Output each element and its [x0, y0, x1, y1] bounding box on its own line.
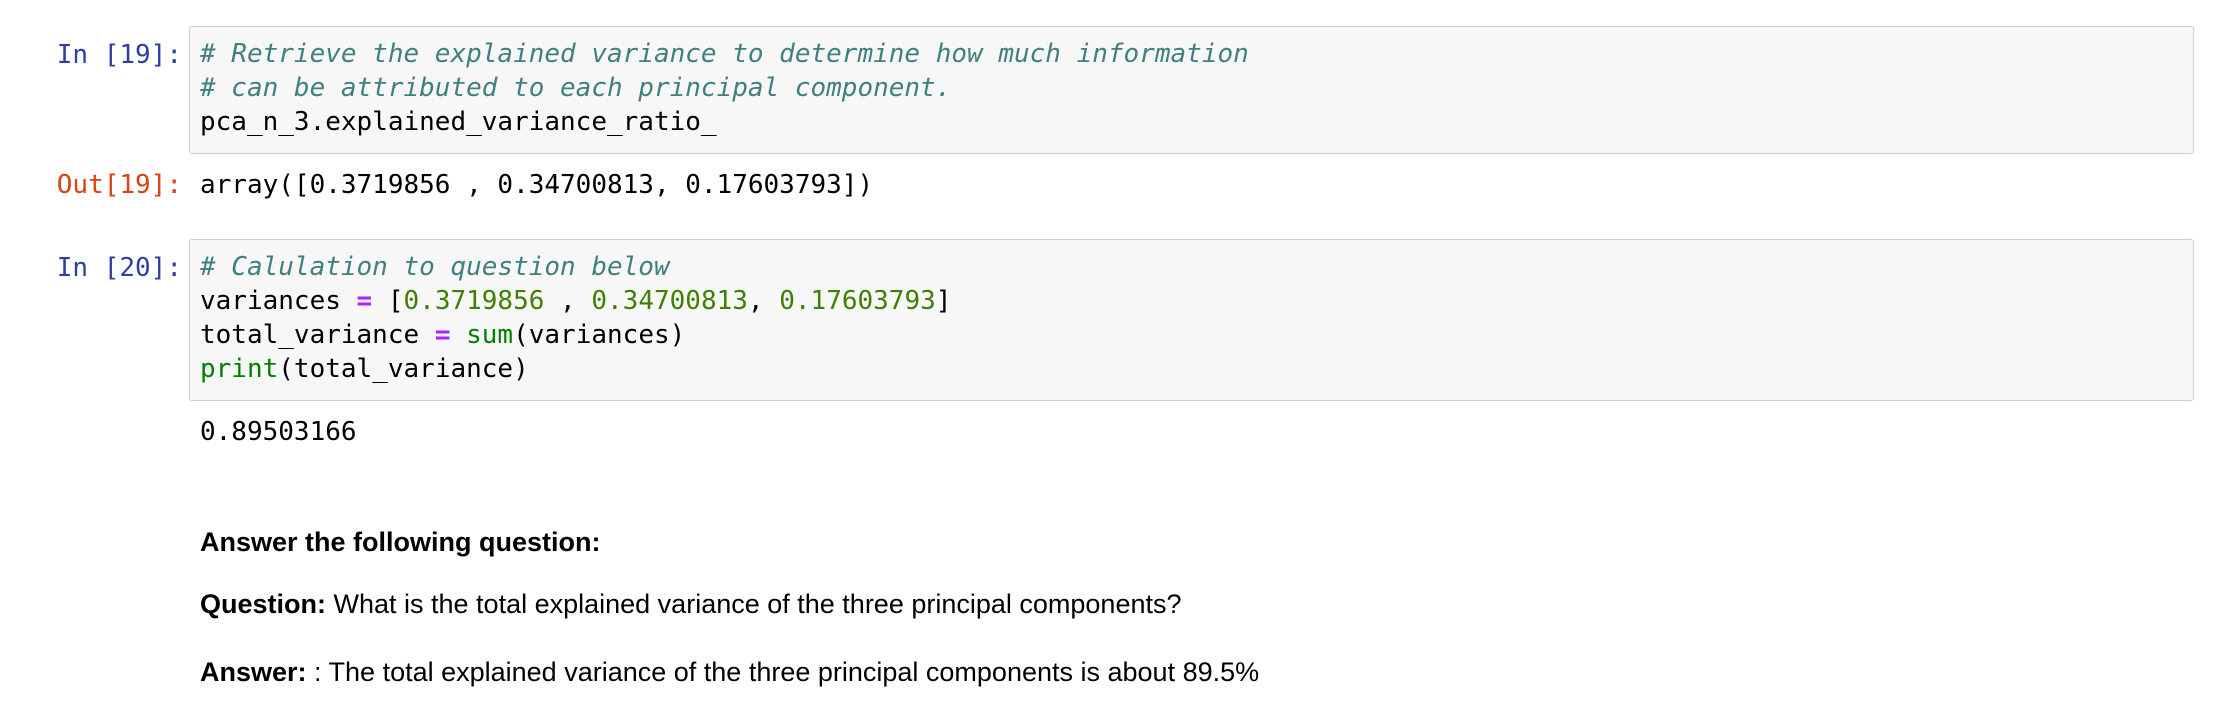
- code-operator: =: [434, 320, 451, 350]
- code-line: # Retrieve the explained variance to det…: [200, 37, 2183, 71]
- code-comment: # Calulation to question below: [200, 252, 670, 282]
- code-comment: # can be attributed to each principal co…: [200, 73, 952, 103]
- input-prompt: In [19]:: [56, 40, 182, 70]
- code-line: pca_n_3.explained_variance_ratio_: [200, 105, 2183, 139]
- answer-text: : The total explained variance of the th…: [306, 657, 1260, 687]
- stdout-text: 0.89503166: [200, 417, 357, 447]
- code-separator: ,: [544, 286, 592, 316]
- markdown-answer: Answer: : The total explained variance o…: [200, 655, 1259, 689]
- code-text: pca_n_3.explained_variance_ratio_: [200, 107, 717, 137]
- code-line: total_variance = sum(variances): [200, 318, 2183, 352]
- code-variable: variances: [200, 286, 341, 316]
- answer-label: Answer:: [200, 657, 307, 687]
- code-text: (total_variance): [278, 354, 529, 384]
- code-bracket: ]: [935, 286, 952, 316]
- code-number: 0.17603793: [779, 286, 936, 316]
- code-line: print(total_variance): [200, 352, 2183, 386]
- code-separator: ,: [747, 286, 780, 316]
- code-line: # Calulation to question below: [200, 250, 2183, 284]
- code-operator: =: [356, 286, 373, 316]
- markdown-heading: Answer the following question:: [200, 527, 601, 557]
- code-builtin: sum: [466, 320, 514, 350]
- input-prompt: In [20]:: [56, 253, 182, 283]
- code-builtin: print: [200, 354, 279, 384]
- code-number: 0.34700813: [591, 286, 748, 316]
- code-editor[interactable]: # Retrieve the explained variance to det…: [189, 26, 2194, 154]
- output-prompt: Out[19]:: [56, 170, 182, 200]
- question-text: What is the total explained variance of …: [326, 589, 1182, 619]
- code-editor[interactable]: # Calulation to question below variances…: [189, 239, 2194, 401]
- code-comment: # Retrieve the explained variance to det…: [200, 39, 1249, 69]
- question-label: Question:: [200, 589, 326, 619]
- code-bracket: [: [387, 286, 404, 316]
- code-line: # can be attributed to each principal co…: [200, 71, 2183, 105]
- output-text: array([0.3719856 , 0.34700813, 0.1760379…: [200, 170, 874, 200]
- code-variable: total_variance: [200, 320, 420, 350]
- markdown-question: Question: What is the total explained va…: [200, 587, 1182, 621]
- code-number: 0.3719856: [403, 286, 545, 316]
- code-line: variances = [0.3719856 , 0.34700813, 0.1…: [200, 284, 2183, 318]
- code-text: (variances): [513, 320, 686, 350]
